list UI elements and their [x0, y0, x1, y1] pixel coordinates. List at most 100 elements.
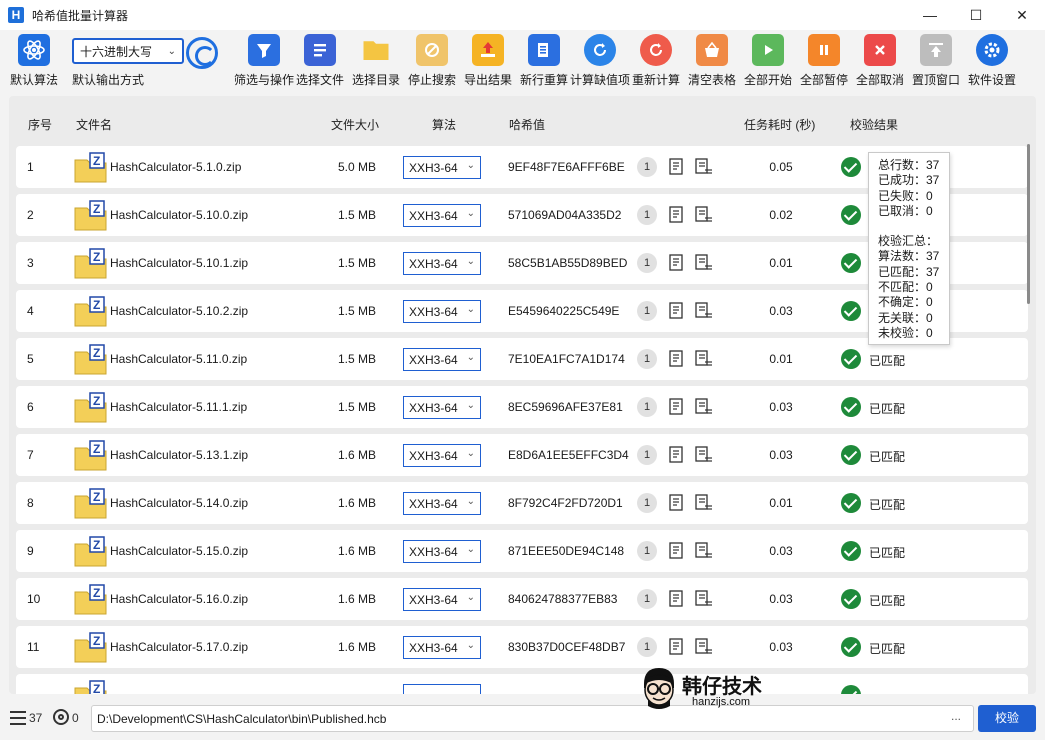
copy-hash-icon[interactable] — [668, 158, 684, 178]
table-row[interactable]: 9 Z HashCalculator-5.15.0.zip 1.6 MB XXH3-64… — [16, 530, 1028, 572]
details-icon[interactable] — [695, 350, 713, 370]
details-icon[interactable] — [695, 158, 713, 178]
output-format-select[interactable]: 十六进制大写 ⌄ — [72, 38, 184, 64]
copy-hash-icon[interactable] — [668, 398, 684, 418]
row-number: 7 — [27, 448, 34, 462]
table-row[interactable]: 6 Z HashCalculator-5.11.1.zip 1.5 MB XXH3-64… — [16, 386, 1028, 428]
algo-count-badge[interactable]: 1 — [637, 397, 657, 417]
stop-search-icon — [416, 34, 448, 66]
copy-hash-icon[interactable] — [668, 446, 684, 466]
table-row[interactable]: 7 Z HashCalculator-5.13.1.zip 1.6 MB XXH3-64… — [16, 434, 1028, 476]
algo-count-badge[interactable]: 1 — [637, 349, 657, 369]
target-icon[interactable] — [53, 709, 69, 725]
header-result[interactable]: 校验结果 — [850, 116, 898, 133]
details-icon[interactable] — [695, 254, 713, 274]
details-icon[interactable] — [695, 638, 713, 658]
copy-hash-icon[interactable] — [668, 590, 684, 610]
tooltip-line: 已成功：37 — [878, 173, 940, 188]
recalc-missing-button[interactable]: 计算缺值项 — [570, 34, 631, 88]
algo-count-badge[interactable]: 1 — [637, 493, 657, 513]
play-button[interactable]: 全部开始 — [740, 34, 796, 88]
svg-text:Z: Z — [93, 394, 100, 408]
gear-button[interactable]: 软件设置 — [964, 34, 1020, 88]
algorithm-select[interactable]: XXH3-64 ⌄ — [403, 588, 481, 611]
stop-search-button[interactable]: 停止搜索 — [404, 34, 460, 88]
copy-hash-icon[interactable] — [668, 494, 684, 514]
details-icon[interactable] — [695, 206, 713, 226]
pause-button[interactable]: 全部暂停 — [796, 34, 852, 88]
details-icon[interactable] — [695, 542, 713, 562]
file-name: HashCalculator-5.11.1.zip — [110, 400, 248, 414]
copy-hash-icon[interactable] — [668, 638, 684, 658]
algorithm-select[interactable]: XXH3-64 ⌄ — [403, 636, 481, 659]
algorithm-select[interactable]: XXH3-64 ⌄ — [403, 204, 481, 227]
verify-button[interactable]: 校验 — [978, 705, 1036, 732]
copy-hash-icon[interactable] — [668, 254, 684, 274]
algorithm-select[interactable]: XXH3-64 ⌄ — [403, 348, 481, 371]
details-icon[interactable] — [695, 446, 713, 466]
details-icon[interactable] — [695, 590, 713, 610]
maximize-button[interactable]: ☐ — [953, 0, 999, 30]
hcb-path-input[interactable]: D:\Development\CS\HashCalculator\bin\Pub… — [91, 705, 974, 732]
algorithm-select[interactable] — [403, 684, 481, 694]
algo-count-badge[interactable]: 1 — [637, 253, 657, 273]
row-number: 1 — [27, 160, 34, 174]
algorithm-select[interactable]: XXH3-64 ⌄ — [403, 156, 481, 179]
algorithm-select[interactable]: XXH3-64 ⌄ — [403, 300, 481, 323]
header-hash[interactable]: 哈希值 — [509, 116, 545, 133]
clear-basket-button[interactable]: 清空表格 — [684, 34, 740, 88]
default-algo-button[interactable]: 默认算法 — [6, 34, 62, 88]
table-row[interactable]: Z — [16, 674, 1028, 694]
algo-count-badge[interactable]: 1 — [637, 445, 657, 465]
copy-hash-icon[interactable] — [668, 350, 684, 370]
algorithm-select[interactable]: XXH3-64 ⌄ — [403, 444, 481, 467]
algo-count-badge[interactable]: 1 — [637, 205, 657, 225]
folder-button[interactable]: 选择目录 — [348, 34, 404, 88]
new-row-button[interactable]: 新行重算 — [516, 34, 572, 88]
header-size[interactable]: 文件大小 — [331, 116, 379, 133]
algorithm-select[interactable]: XXH3-64 ⌄ — [403, 396, 481, 419]
toolbar-label: 计算缺值项 — [570, 73, 631, 87]
close-button[interactable]: ✕ — [999, 0, 1045, 30]
algo-count-badge[interactable]: 1 — [637, 589, 657, 609]
copy-hash-icon[interactable] — [668, 206, 684, 226]
details-icon[interactable] — [695, 302, 713, 322]
header-no[interactable]: 序号 — [28, 116, 52, 133]
algorithm-select[interactable]: XXH3-64 ⌄ — [403, 252, 481, 275]
details-icon[interactable] — [695, 494, 713, 514]
tooltip-line: 不确定：0 — [878, 295, 933, 310]
funnel-button[interactable]: 筛选与操作 — [234, 34, 294, 88]
copy-hash-icon[interactable] — [668, 302, 684, 322]
list-button[interactable]: 选择文件 — [292, 34, 348, 88]
algo-count-badge[interactable]: 1 — [637, 541, 657, 561]
algo-count-badge[interactable]: 1 — [637, 301, 657, 321]
cancel-button[interactable]: 全部取消 — [852, 34, 908, 88]
algorithm-select[interactable]: XXH3-64 ⌄ — [403, 540, 481, 563]
table-row[interactable]: 10 Z HashCalculator-5.16.0.zip 1.6 MB XXH3-6… — [16, 578, 1028, 620]
export-button[interactable]: 导出结果 — [460, 34, 516, 88]
details-icon[interactable] — [695, 398, 713, 418]
algo-count-badge[interactable]: 1 — [637, 637, 657, 657]
algorithm-select[interactable]: XXH3-64 ⌄ — [403, 492, 481, 515]
pin-top-button[interactable]: 置顶窗口 — [908, 34, 964, 88]
header-filename[interactable]: 文件名 — [76, 116, 112, 133]
recalc-button[interactable]: 重新计算 — [628, 34, 684, 88]
refresh-icon[interactable] — [186, 37, 218, 69]
table-row[interactable]: 8 Z HashCalculator-5.14.0.zip 1.6 MB XXH3-64… — [16, 482, 1028, 524]
toolbar-label: 置顶窗口 — [911, 73, 960, 87]
algo-count-badge[interactable]: 1 — [637, 157, 657, 177]
table-row[interactable]: 11 Z HashCalculator-5.17.0.zip 1.6 MB XXH3-6… — [16, 626, 1028, 668]
minimize-button[interactable]: — — [907, 0, 953, 30]
verify-status: 已匹配 — [869, 450, 906, 464]
row-number: 2 — [27, 208, 34, 222]
toolbar-label: 软件设置 — [967, 73, 1016, 87]
copy-hash-icon[interactable] — [668, 542, 684, 562]
toolbar-label: 全部开始 — [743, 73, 792, 87]
browse-dots[interactable]: ... — [951, 709, 961, 723]
vertical-scrollbar[interactable] — [1027, 144, 1030, 304]
header-algo[interactable]: 算法 — [432, 116, 456, 133]
hash-value: E8D6A1EE5EFFC3D4 — [508, 448, 629, 462]
menu-icon[interactable] — [10, 711, 26, 725]
header-time[interactable]: 任务耗时 (秒) — [744, 116, 815, 133]
toolbar-label: 重新计算 — [631, 73, 680, 87]
